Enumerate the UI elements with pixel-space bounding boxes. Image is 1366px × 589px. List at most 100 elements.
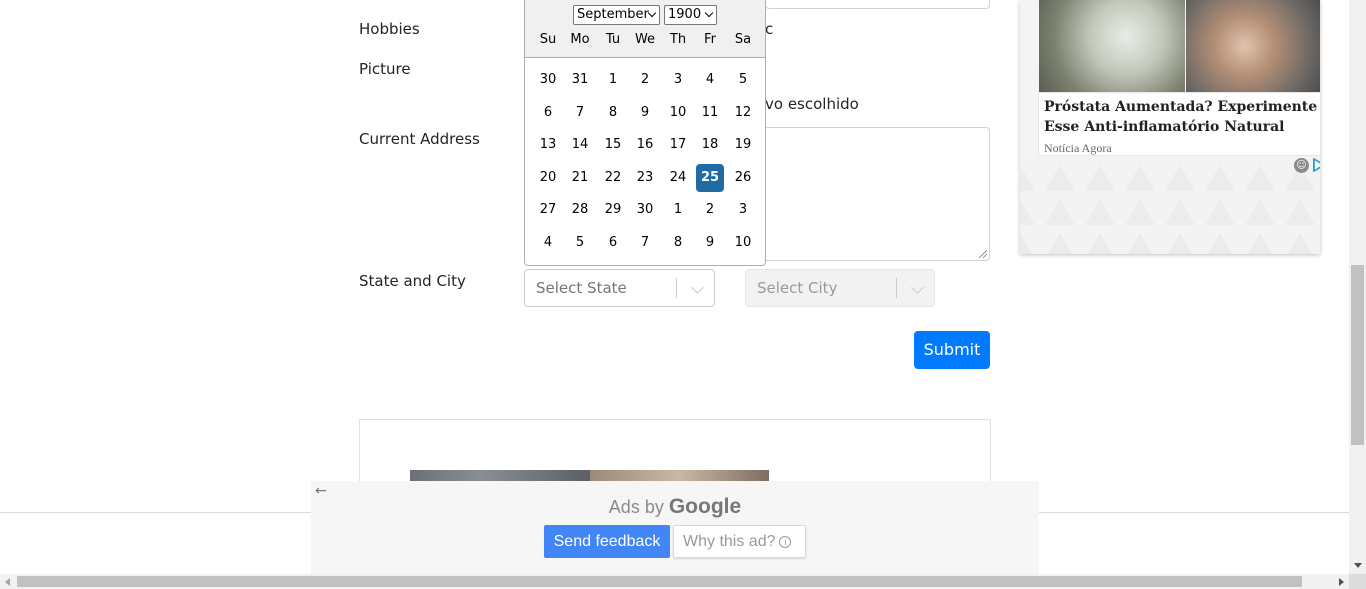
ads-by-google-bar: ← Ads by Google Send feedback Why this a…: [311, 481, 1039, 574]
why-this-ad-label: Why this ad?: [683, 533, 776, 550]
info-icon: i: [779, 535, 792, 548]
state-city-label: State and City: [359, 272, 466, 290]
chevron-down-icon: [647, 8, 657, 18]
datepicker-day[interactable]: 27: [534, 196, 562, 224]
datepicker-day[interactable]: 28: [566, 196, 594, 224]
datepicker-day[interactable]: 3: [664, 66, 692, 94]
adchoices-icon[interactable]: [1313, 158, 1320, 172]
datepicker-day[interactable]: 7: [566, 99, 594, 127]
datepicker-day[interactable]: 18: [696, 131, 724, 159]
state-placeholder: Select State: [536, 279, 627, 297]
datepicker-day[interactable]: 23: [631, 164, 659, 192]
datepicker-day[interactable]: 4: [534, 229, 562, 257]
scrollbar-corner: [1349, 574, 1366, 589]
datepicker-day[interactable]: 4: [696, 66, 724, 94]
hobbies-checkbox-label-partial[interactable]: c: [765, 20, 773, 38]
datepicker-day[interactable]: 2: [696, 196, 724, 224]
datepicker-day[interactable]: 16: [631, 131, 659, 159]
datepicker-day[interactable]: 10: [729, 229, 757, 257]
datepicker-day[interactable]: 5: [729, 66, 757, 94]
resize-handle-icon[interactable]: [979, 250, 987, 258]
day-name-mo: Mo: [570, 32, 590, 47]
indicator-separator: [896, 278, 897, 298]
ad-image-left[interactable]: [1039, 0, 1185, 92]
ads-by-google-label: Ads by Google: [311, 495, 1039, 519]
state-select[interactable]: Select State: [524, 269, 715, 307]
datepicker-day[interactable]: 14: [566, 131, 594, 159]
scroll-left-arrow-icon[interactable]: [5, 578, 10, 586]
day-name-we: We: [634, 32, 656, 47]
datepicker-day[interactable]: 3: [729, 196, 757, 224]
datepicker-day[interactable]: 24: [664, 164, 692, 192]
ad-card[interactable]: Próstata Aumentada? Experimente Esse Ant…: [1038, 92, 1320, 156]
send-feedback-button[interactable]: Send feedback: [544, 525, 670, 558]
indicator-separator: [676, 278, 677, 298]
ad-title[interactable]: Próstata Aumentada? Experimente Esse Ant…: [1044, 97, 1320, 137]
datepicker-day-selected[interactable]: 25: [696, 164, 724, 192]
datepicker-day[interactable]: 8: [599, 99, 627, 127]
chevron-down-icon: [704, 8, 714, 18]
datepicker-day[interactable]: 9: [696, 229, 724, 257]
month-select[interactable]: September: [573, 5, 660, 25]
why-this-ad-button[interactable]: Why this ad? i: [673, 525, 806, 558]
google-logo: Google: [668, 495, 742, 518]
day-name-th: Th: [669, 32, 687, 47]
datepicker-day[interactable]: 26: [729, 164, 757, 192]
datepicker-day[interactable]: 6: [534, 99, 562, 127]
day-name-su: Su: [539, 32, 557, 47]
datepicker-day[interactable]: 30: [534, 66, 562, 94]
datepicker-day[interactable]: 15: [599, 131, 627, 159]
datepicker-day[interactable]: 1: [599, 66, 627, 94]
datepicker-day[interactable]: 11: [696, 99, 724, 127]
ad-source: Notícia Agora: [1044, 141, 1112, 155]
ads-by-text: Ads by: [608, 497, 664, 517]
city-placeholder: Select City: [757, 279, 838, 297]
datepicker-day[interactable]: 19: [729, 131, 757, 159]
city-select[interactable]: Select City: [745, 269, 935, 307]
datepicker-day[interactable]: 8: [664, 229, 692, 257]
vertical-scrollbar-thumb[interactable]: [1351, 265, 1364, 445]
submit-button[interactable]: Submit: [914, 331, 990, 369]
datepicker-day[interactable]: 2: [631, 66, 659, 94]
year-value: 1900: [668, 7, 702, 22]
file-status-partial: vo escolhido: [765, 95, 859, 113]
ad-background-pattern: [1020, 157, 1320, 254]
month-value: September: [577, 7, 649, 22]
chevron-down-icon[interactable]: [911, 281, 924, 294]
datepicker-day[interactable]: 22: [599, 164, 627, 192]
datepicker-day[interactable]: 31: [566, 66, 594, 94]
day-name-sa: Sa: [734, 32, 752, 47]
datepicker-day[interactable]: 20: [534, 164, 562, 192]
adchoices-close-icon[interactable]: ☺: [1294, 158, 1309, 173]
horizontal-scrollbar[interactable]: [0, 574, 1349, 589]
ad-image-right[interactable]: [1186, 0, 1320, 92]
day-name-tu: Tu: [605, 32, 621, 47]
scroll-right-arrow-icon[interactable]: [1339, 578, 1344, 586]
scroll-down-arrow-icon[interactable]: [1354, 563, 1362, 568]
day-name-fr: Fr: [704, 32, 716, 47]
vertical-scrollbar[interactable]: [1349, 0, 1366, 574]
datepicker-popup: September 1900 Su Mo Tu We Th Fr Sa 30 31 1 2 3 4 5 6…: [524, 0, 766, 266]
datepicker-day[interactable]: 10: [664, 99, 692, 127]
chevron-down-icon[interactable]: [691, 281, 704, 294]
current-address-label: Current Address: [359, 130, 480, 148]
year-select[interactable]: 1900: [664, 5, 717, 25]
datepicker-day[interactable]: 13: [534, 131, 562, 159]
datepicker-day[interactable]: 6: [599, 229, 627, 257]
datepicker-day[interactable]: 1: [664, 196, 692, 224]
datepicker-day[interactable]: 17: [664, 131, 692, 159]
sidebar-ad[interactable]: Próstata Aumentada? Experimente Esse Ant…: [1020, 0, 1320, 254]
datepicker-header: September 1900 Su Mo Tu We Th Fr Sa: [525, 0, 765, 58]
datepicker-day[interactable]: 5: [566, 229, 594, 257]
datepicker-day[interactable]: 9: [631, 99, 659, 127]
text-input-partial[interactable]: [765, 0, 990, 9]
datepicker-day[interactable]: 29: [599, 196, 627, 224]
datepicker-day[interactable]: 30: [631, 196, 659, 224]
datepicker-day[interactable]: 7: [631, 229, 659, 257]
hobbies-label: Hobbies: [359, 20, 420, 38]
page: Hobbies c Picture vo escolhido Current A…: [0, 0, 1349, 574]
datepicker-day[interactable]: 12: [729, 99, 757, 127]
picture-label: Picture: [359, 60, 411, 78]
datepicker-day[interactable]: 21: [566, 164, 594, 192]
horizontal-scrollbar-thumb[interactable]: [17, 576, 1302, 587]
